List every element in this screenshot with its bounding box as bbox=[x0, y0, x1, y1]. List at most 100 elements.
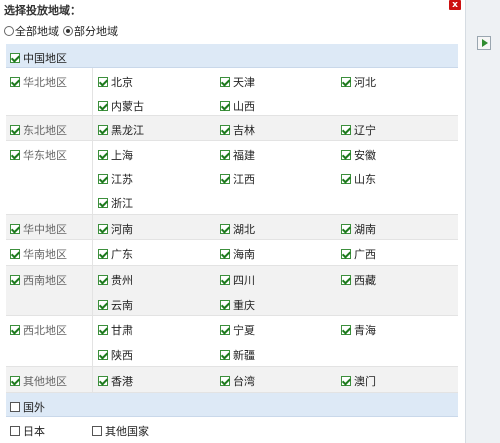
province-option[interactable]: 北京 bbox=[98, 74, 133, 90]
province-checkbox[interactable] bbox=[341, 224, 351, 234]
abroad-option[interactable]: 国外 bbox=[10, 399, 45, 415]
country-option[interactable]: 日本 bbox=[10, 423, 45, 439]
province-option[interactable]: 广东 bbox=[98, 246, 133, 262]
province-checkbox[interactable] bbox=[98, 224, 108, 234]
province-checkbox[interactable] bbox=[98, 275, 108, 285]
province-option[interactable]: 云南 bbox=[98, 297, 133, 313]
province-option[interactable]: 辽宁 bbox=[341, 122, 376, 138]
region-checkbox[interactable] bbox=[10, 125, 20, 135]
country-option[interactable]: 其他国家 bbox=[92, 423, 149, 439]
province-checkbox[interactable] bbox=[341, 325, 351, 335]
scope-partial-option[interactable]: 部分地域 bbox=[63, 23, 118, 39]
province-option[interactable]: 广西 bbox=[341, 246, 376, 262]
province-checkbox[interactable] bbox=[98, 198, 108, 208]
region-checkbox[interactable] bbox=[10, 77, 20, 87]
province-checkbox[interactable] bbox=[220, 249, 230, 259]
province-checkbox[interactable] bbox=[341, 275, 351, 285]
region-checkbox[interactable] bbox=[10, 325, 20, 335]
expand-arrow-button[interactable] bbox=[477, 36, 491, 50]
region-option-huabei[interactable]: 华北地区 bbox=[10, 74, 67, 90]
province-checkbox[interactable] bbox=[220, 224, 230, 234]
province-checkbox[interactable] bbox=[341, 249, 351, 259]
province-checkbox[interactable] bbox=[98, 77, 108, 87]
region-option-huadong[interactable]: 华东地区 bbox=[10, 147, 67, 163]
province-checkbox[interactable] bbox=[98, 101, 108, 111]
region-checkbox[interactable] bbox=[10, 376, 20, 386]
region-option-huanan[interactable]: 华南地区 bbox=[10, 246, 67, 262]
province-option[interactable]: 海南 bbox=[220, 246, 255, 262]
province-checkbox[interactable] bbox=[98, 350, 108, 360]
scope-all-radio[interactable] bbox=[4, 26, 14, 36]
province-option[interactable]: 河北 bbox=[341, 74, 376, 90]
province-checkbox[interactable] bbox=[341, 125, 351, 135]
province-checkbox[interactable] bbox=[220, 125, 230, 135]
province-option[interactable]: 吉林 bbox=[220, 122, 255, 138]
province-option[interactable]: 湖北 bbox=[220, 221, 255, 237]
region-option-xinan[interactable]: 西南地区 bbox=[10, 272, 67, 288]
province-option[interactable]: 天津 bbox=[220, 74, 255, 90]
country-checkbox[interactable] bbox=[92, 426, 102, 436]
province-checkbox[interactable] bbox=[341, 77, 351, 87]
province-option[interactable]: 江西 bbox=[220, 171, 255, 187]
abroad-checkbox[interactable] bbox=[10, 402, 20, 412]
province-option[interactable]: 四川 bbox=[220, 272, 255, 288]
region-checkbox[interactable] bbox=[10, 224, 20, 234]
scope-all-option[interactable]: 全部地域 bbox=[4, 23, 59, 39]
region-option-dongbei[interactable]: 东北地区 bbox=[10, 122, 67, 138]
country-checkbox[interactable] bbox=[10, 426, 20, 436]
province-option[interactable]: 江苏 bbox=[98, 171, 133, 187]
province-option[interactable]: 新疆 bbox=[220, 347, 255, 363]
province-option[interactable]: 宁夏 bbox=[220, 322, 255, 338]
province-option[interactable]: 贵州 bbox=[98, 272, 133, 288]
province-option[interactable]: 重庆 bbox=[220, 297, 255, 313]
province-checkbox[interactable] bbox=[341, 376, 351, 386]
province-option[interactable]: 台湾 bbox=[220, 373, 255, 389]
region-checkbox[interactable] bbox=[10, 150, 20, 160]
scope-partial-radio[interactable] bbox=[63, 26, 73, 36]
province-checkbox[interactable] bbox=[220, 350, 230, 360]
province-checkbox[interactable] bbox=[98, 174, 108, 184]
region-option-huazhong[interactable]: 华中地区 bbox=[10, 221, 67, 237]
province-checkbox[interactable] bbox=[341, 174, 351, 184]
province-checkbox[interactable] bbox=[220, 275, 230, 285]
region-option-xibei[interactable]: 西北地区 bbox=[10, 322, 67, 338]
province-checkbox[interactable] bbox=[98, 325, 108, 335]
province-option[interactable]: 黑龙江 bbox=[98, 122, 144, 138]
province-option[interactable]: 安徽 bbox=[341, 147, 376, 163]
province-checkbox[interactable] bbox=[98, 300, 108, 310]
region-label: 华东地区 bbox=[23, 149, 67, 162]
province-option[interactable]: 山东 bbox=[341, 171, 376, 187]
province-checkbox[interactable] bbox=[220, 376, 230, 386]
region-checkbox[interactable] bbox=[10, 249, 20, 259]
province-option[interactable]: 澳门 bbox=[341, 373, 376, 389]
province-option[interactable]: 山西 bbox=[220, 98, 255, 114]
province-option[interactable]: 内蒙古 bbox=[98, 98, 144, 114]
province-checkbox[interactable] bbox=[98, 150, 108, 160]
province-checkbox[interactable] bbox=[98, 249, 108, 259]
region-checkbox[interactable] bbox=[10, 275, 20, 285]
province-option[interactable]: 浙江 bbox=[98, 195, 133, 211]
province-option[interactable]: 甘肃 bbox=[98, 322, 133, 338]
province-checkbox[interactable] bbox=[98, 376, 108, 386]
province-option[interactable]: 河南 bbox=[98, 221, 133, 237]
province-checkbox[interactable] bbox=[341, 150, 351, 160]
province-checkbox[interactable] bbox=[220, 325, 230, 335]
province-option[interactable]: 福建 bbox=[220, 147, 255, 163]
province-option[interactable]: 西藏 bbox=[341, 272, 376, 288]
province-option[interactable]: 上海 bbox=[98, 147, 133, 163]
province-checkbox[interactable] bbox=[220, 77, 230, 87]
province-option[interactable]: 香港 bbox=[98, 373, 133, 389]
province-option[interactable]: 陕西 bbox=[98, 347, 133, 363]
province-checkbox[interactable] bbox=[98, 125, 108, 135]
region-option-other[interactable]: 其他地区 bbox=[10, 373, 67, 389]
province-option[interactable]: 青海 bbox=[341, 322, 376, 338]
province-checkbox[interactable] bbox=[220, 174, 230, 184]
province-option[interactable]: 湖南 bbox=[341, 221, 376, 237]
china-option[interactable]: 中国地区 bbox=[10, 50, 67, 66]
china-checkbox[interactable] bbox=[10, 53, 20, 63]
close-button[interactable]: x bbox=[449, 0, 461, 10]
province-checkbox[interactable] bbox=[220, 101, 230, 111]
province-checkbox[interactable] bbox=[220, 300, 230, 310]
province-checkbox[interactable] bbox=[220, 150, 230, 160]
province-label: 澳门 bbox=[354, 375, 376, 388]
